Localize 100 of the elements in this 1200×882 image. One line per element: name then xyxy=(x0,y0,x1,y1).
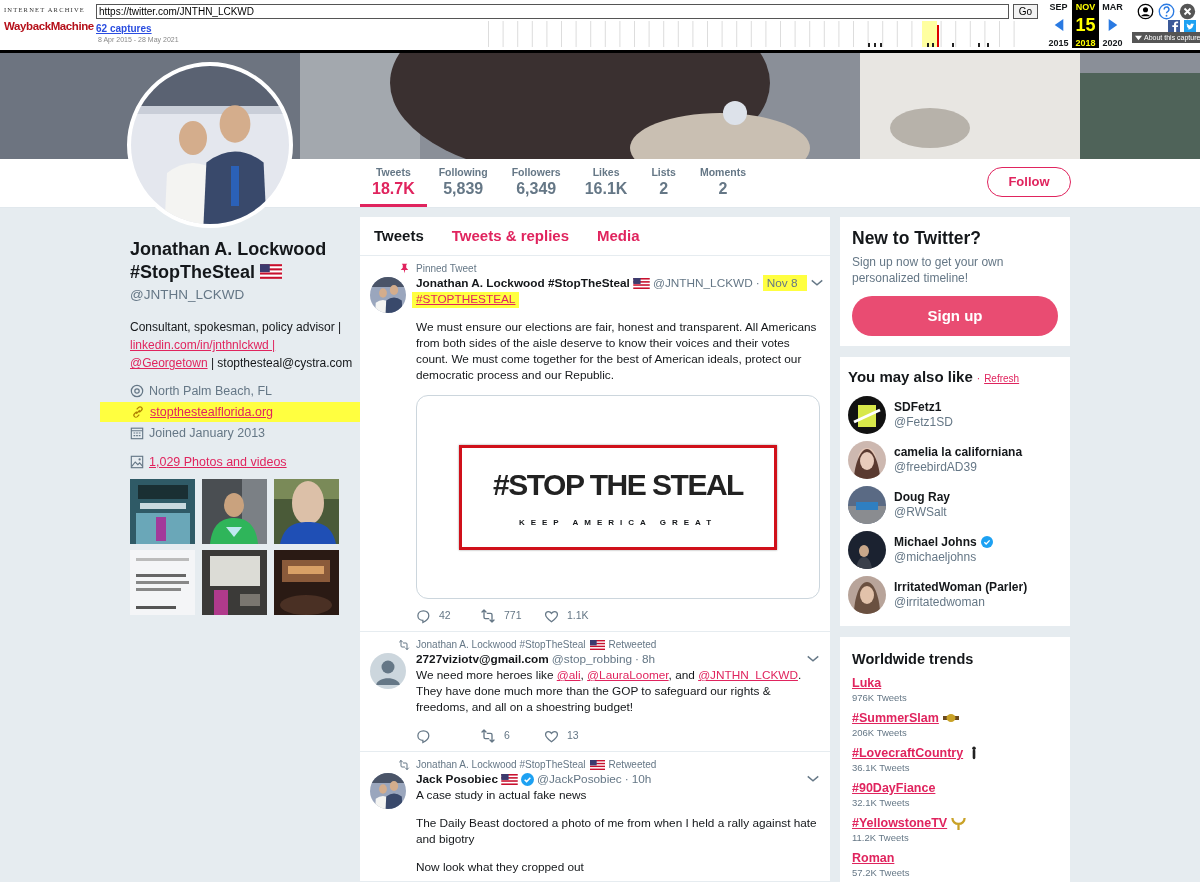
month-label[interactable]: NOV xyxy=(1072,0,1099,14)
location-text: North Palm Beach, FL xyxy=(149,382,272,400)
retweet-icon xyxy=(398,638,410,651)
signup-button[interactable]: Sign up xyxy=(852,296,1058,336)
user-name[interactable]: Doug Ray xyxy=(894,489,950,505)
twitter-icon[interactable] xyxy=(1184,20,1196,32)
avatar-icon[interactable] xyxy=(370,653,406,689)
user-handle: @michaeljohns xyxy=(894,549,978,565)
trend-link[interactable]: #YellowstoneTV xyxy=(852,815,948,832)
year-label[interactable]: 2018 xyxy=(1072,36,1099,48)
tweet-count: 36.1K Tweets xyxy=(852,761,911,775)
pinned-label: Pinned Tweet xyxy=(416,262,477,275)
retweeted-label: Retweeted xyxy=(608,758,657,771)
profile-bio: Consultant, spokesman, policy advisor | linkedin.com/in/jnthnlckwd | @Georgetown | stopthesteal@cystra.com xyxy=(130,319,350,373)
month-label[interactable]: MAR xyxy=(1099,0,1126,14)
website-link[interactable]: stopthestealflorida.org xyxy=(150,402,273,422)
help-icon[interactable] xyxy=(1158,3,1175,20)
user-icon[interactable] xyxy=(1137,3,1154,20)
profile-tab[interactable]: Media xyxy=(583,217,654,255)
trend-link[interactable]: #SummerSlam xyxy=(852,710,939,727)
retweet-context: Jonathan A. Lockwood #StopTheSteal xyxy=(416,638,586,651)
tweet-time[interactable]: 8h xyxy=(641,651,656,667)
trend-link[interactable]: #90DayFiance xyxy=(852,780,936,797)
tweet-count: 206K Tweets xyxy=(852,726,908,740)
separator-dot: · xyxy=(635,651,639,667)
reply-icon xyxy=(416,728,431,744)
mention-link[interactable]: @LauraLoomer xyxy=(587,668,669,682)
photos-link[interactable]: 1,029 Photos and videos xyxy=(149,452,287,472)
calendar-icon xyxy=(130,426,144,441)
go-button[interactable]: Go xyxy=(1012,4,1038,19)
mention-link[interactable]: @ali xyxy=(556,668,581,682)
tweet-text: We need more heroes like @ali, @LauraLoomer, and @JNTHN_LCKWD. They have done much more than the GOP to safeguard our rights & freedoms, and all on a shoestring budget! xyxy=(416,667,803,715)
user-name[interactable]: Michael Johns xyxy=(894,534,977,550)
follow-button[interactable]: Follow xyxy=(987,167,1071,197)
mention-link[interactable]: @JNTHN_LCKWD xyxy=(698,668,798,682)
separator-dot: · xyxy=(755,275,760,291)
author-handle: @JNTHN_LCKWD xyxy=(652,275,753,291)
stat-tab[interactable]: Followers 6,349 xyxy=(499,159,573,207)
trend-link[interactable]: #LovecraftCountry xyxy=(852,745,964,762)
profile-tab[interactable]: Tweets & replies xyxy=(437,217,584,255)
signup-text: Sign up now to get your own personalized timeline! xyxy=(852,254,1005,286)
retweet-icon xyxy=(480,728,496,744)
horns-icon xyxy=(951,815,967,831)
year-label[interactable]: 2020 xyxy=(1099,36,1126,48)
stat-tab[interactable]: Tweets 18.7K xyxy=(360,159,427,207)
tweet-text: Now look what they cropped out xyxy=(416,859,585,875)
separator-dot: · xyxy=(976,372,981,386)
like-button[interactable]: 1.1K xyxy=(544,607,608,625)
url-field[interactable]: https://twitter.com/JNTHN_LCKWD xyxy=(96,4,1009,19)
caret-icon xyxy=(1135,34,1142,41)
user-name[interactable]: SDFetz1 xyxy=(894,399,942,415)
next-arrow-icon[interactable] xyxy=(1106,17,1119,33)
location-icon xyxy=(130,384,144,399)
year-label[interactable]: 2015 xyxy=(1045,36,1072,48)
tweet-time[interactable]: Nov 8 xyxy=(762,275,808,291)
author-handle: @stop_robbing xyxy=(551,651,632,667)
poster-tagline: KEEP AMERICA GREAT xyxy=(518,517,718,529)
profile-tab[interactable]: Tweets xyxy=(360,217,438,255)
trends-title: Worldwide trends xyxy=(852,649,975,669)
suggestions-title: You may also like xyxy=(848,367,973,387)
refresh-link[interactable]: Refresh xyxy=(984,371,1020,386)
retweet-icon xyxy=(398,758,410,771)
bio-link[interactable]: @Georgetown xyxy=(130,356,208,371)
author-handle: @JackPosobiec xyxy=(536,771,622,787)
author-name[interactable]: Jonathan A. Lockwood #StopTheSteal xyxy=(416,275,630,291)
user-name[interactable]: IrritatedWoman (Parler) xyxy=(894,579,1028,595)
trend-link[interactable]: Roman xyxy=(852,850,895,867)
like-icon xyxy=(544,608,559,624)
media-card[interactable]: #STOP THE STEAL KEEP AMERICA GREAT xyxy=(416,395,820,599)
bio-link[interactable]: linkedin.com/in/jnthnlckwd | xyxy=(130,338,276,353)
month-label[interactable]: SEP xyxy=(1045,0,1072,14)
retweet-button[interactable]: 771 xyxy=(480,607,544,625)
user-name[interactable]: camelia la californiana xyxy=(894,444,1023,460)
tweet-count: 976K Tweets xyxy=(852,691,908,705)
tweet-text: The Daily Beast doctored a photo of me from when I held a rally against hate and bigotry xyxy=(416,815,818,847)
close-icon[interactable] xyxy=(1179,3,1196,20)
tweet-time[interactable]: 10h xyxy=(631,771,652,787)
author-name[interactable]: 2727viziotv@gmail.com xyxy=(416,651,549,667)
day-label: 15 xyxy=(1072,14,1099,36)
hashtag-link[interactable]: #STOPTHESTEAL xyxy=(412,292,520,308)
retweet-icon xyxy=(480,608,496,624)
stat-tab[interactable]: Likes 16.1K xyxy=(572,159,640,207)
user-handle: @Fetz1SD xyxy=(894,414,953,430)
wayback-logo[interactable]: WaybackMachine xyxy=(4,17,93,35)
retweet-button[interactable]: 6 xyxy=(480,727,544,745)
captures-link[interactable]: 62 captures xyxy=(96,23,482,35)
tweet-text: A case study in actual fake news xyxy=(416,787,588,803)
retweeted-label: Retweeted xyxy=(608,638,657,651)
stat-tab[interactable]: Following 5,839 xyxy=(426,159,500,207)
like-button[interactable]: 13 xyxy=(544,727,608,745)
previous-arrow-icon[interactable] xyxy=(1052,17,1065,33)
facebook-icon[interactable] xyxy=(1168,20,1180,32)
tweet-text: We must ensure our elections are fair, honest and transparent. All Americans from both sides of the aisle deserve to know their voices and their votes count. We must come together for the best of American ideals, protect our democratic process and our Republic. xyxy=(416,319,818,383)
author-name[interactable]: Jack Posobiec xyxy=(416,771,498,787)
reply-button[interactable]: 42 xyxy=(416,607,480,625)
trend-link[interactable]: Luka xyxy=(852,675,882,692)
user-handle: @RWSalt xyxy=(894,504,948,520)
pin-icon xyxy=(399,263,410,274)
stat-tab[interactable]: Lists 2 xyxy=(639,159,688,207)
stat-tab[interactable]: Moments 2 xyxy=(687,159,759,207)
